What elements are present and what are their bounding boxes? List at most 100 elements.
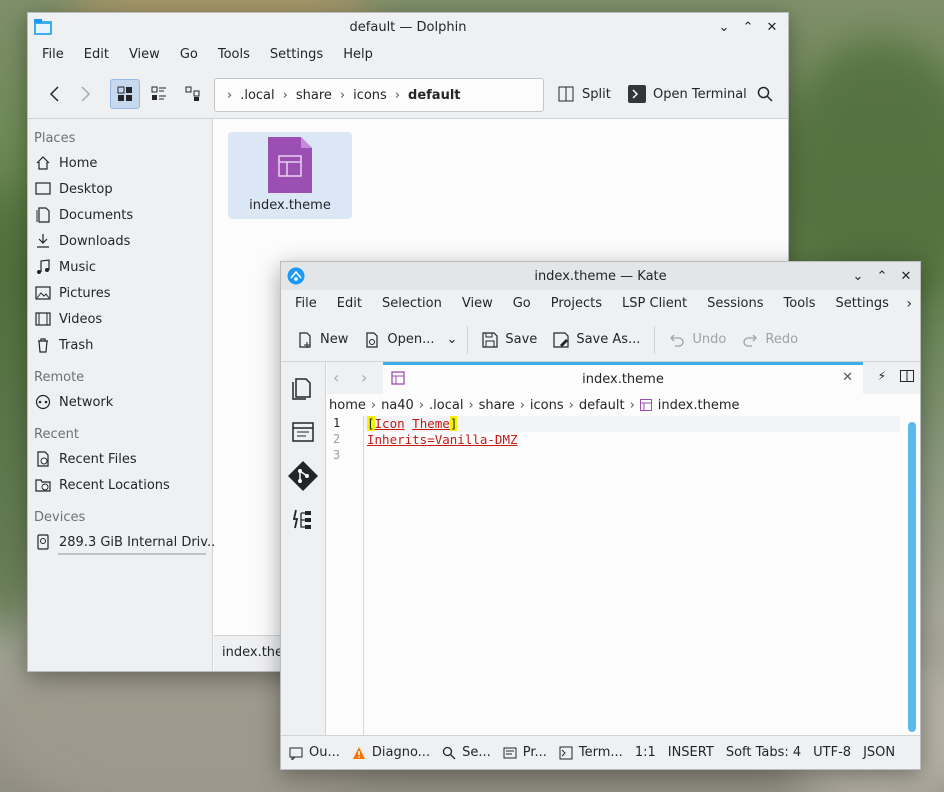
undo-button[interactable]: Undo	[661, 325, 734, 355]
toolbar-separator	[467, 325, 469, 354]
place-label: Music	[59, 259, 96, 275]
save-button[interactable]: Save	[474, 325, 545, 355]
minimize-icon[interactable]: ⌄	[716, 19, 732, 35]
menu-view[interactable]: View	[119, 41, 170, 69]
search-button[interactable]: Se...	[442, 745, 491, 760]
menu-sessions[interactable]: Sessions	[697, 290, 773, 318]
menu-help[interactable]: Help	[333, 41, 383, 69]
menu-edit[interactable]: Edit	[327, 290, 372, 318]
code-area[interactable]: [Icon Theme] Inherits=Vanilla-DMZ	[364, 416, 900, 464]
back-icon[interactable]	[40, 79, 70, 109]
tab-close-icon[interactable]: ✕	[842, 370, 853, 385]
dolphin-titlebar[interactable]: default — Dolphin ⌄ ⌃ ✕	[28, 13, 788, 41]
forward-icon[interactable]	[70, 79, 100, 109]
menu-projects[interactable]: Projects	[541, 290, 612, 318]
save-label: Save	[505, 332, 538, 347]
minimize-icon[interactable]: ⌄	[850, 268, 866, 284]
symbols-panel-icon[interactable]	[287, 416, 319, 448]
code-editor[interactable]: 1 2 3 [Icon Theme] Inherits=Vanilla-DMZ	[327, 416, 920, 736]
network-icon	[35, 394, 51, 410]
tab-back-icon[interactable]: ‹	[333, 368, 339, 387]
place-videos[interactable]: Videos	[28, 306, 212, 332]
menu-lsp-client[interactable]: LSP Client	[612, 290, 697, 318]
maximize-icon[interactable]: ⌃	[740, 19, 756, 35]
indentation-setting[interactable]: Soft Tabs: 4	[726, 745, 801, 760]
crumb-icons[interactable]: icons	[349, 88, 391, 103]
crumb-default[interactable]: default	[579, 398, 625, 413]
place-downloads[interactable]: Downloads	[28, 228, 212, 254]
crumb-share[interactable]: share	[479, 398, 515, 413]
syntax-mode[interactable]: JSON	[863, 745, 895, 760]
menu-file[interactable]: File	[32, 41, 74, 69]
place-pictures[interactable]: Pictures	[28, 280, 212, 306]
cursor-position[interactable]: 1:1	[635, 745, 656, 760]
git-icon[interactable]	[287, 460, 319, 492]
save-as-button[interactable]: Save As...	[545, 325, 648, 355]
projects-button[interactable]: Pr...	[503, 745, 547, 760]
menu-view[interactable]: View	[452, 290, 503, 318]
project-tree-icon[interactable]	[287, 504, 319, 536]
quick-open-icon[interactable]: ⚡	[878, 369, 886, 383]
output-button[interactable]: Ou...	[289, 745, 340, 760]
place-network[interactable]: Network	[28, 389, 212, 415]
close-icon[interactable]: ✕	[898, 268, 914, 284]
split-view-icon[interactable]	[900, 370, 914, 386]
place-recent-files[interactable]: Recent Files	[28, 446, 212, 472]
diagnostics-button[interactable]: Diagno...	[352, 745, 430, 760]
split-button[interactable]: Split	[552, 79, 617, 109]
menu-overflow-icon[interactable]: ›	[906, 290, 912, 318]
place-desktop[interactable]: Desktop	[28, 176, 212, 202]
breadcrumb-root-chevron[interactable]: ›	[223, 88, 236, 103]
menu-go[interactable]: Go	[170, 41, 208, 69]
menu-settings[interactable]: Settings	[260, 41, 333, 69]
crumb-icons[interactable]: icons	[530, 398, 564, 413]
tab-index-theme[interactable]: index.theme ✕	[383, 362, 863, 394]
menu-selection[interactable]: Selection	[372, 290, 452, 318]
terminal-button[interactable]: Term...	[559, 745, 623, 760]
crumb-home[interactable]: home	[329, 398, 366, 413]
place-music[interactable]: Music	[28, 254, 212, 280]
compact-view-icon[interactable]	[178, 79, 208, 109]
toolbar-separator	[654, 325, 656, 354]
crumb-default[interactable]: default	[404, 88, 464, 103]
open-dropdown-icon[interactable]: ⌄	[442, 325, 461, 355]
open-button[interactable]: Open...	[356, 325, 442, 355]
maximize-icon[interactable]: ⌃	[874, 268, 890, 284]
place-recent-locations[interactable]: Recent Locations	[28, 472, 212, 498]
search-icon[interactable]	[750, 79, 780, 109]
icons-view-icon[interactable]	[110, 78, 140, 109]
documents-panel-icon[interactable]	[287, 372, 319, 404]
menu-file[interactable]: File	[285, 290, 327, 318]
file-item-index-theme[interactable]: index.theme	[228, 132, 352, 219]
new-label: New	[320, 332, 349, 347]
tab-forward-icon[interactable]: ›	[361, 368, 367, 387]
warning-icon	[352, 746, 366, 760]
crumb-na40[interactable]: na40	[381, 398, 414, 413]
menu-tools[interactable]: Tools	[208, 41, 260, 69]
menu-go[interactable]: Go	[503, 290, 541, 318]
details-view-icon[interactable]	[144, 79, 174, 109]
menu-edit[interactable]: Edit	[74, 41, 119, 69]
crumb-local[interactable]: .local	[236, 88, 278, 103]
place-documents[interactable]: Documents	[28, 202, 212, 228]
crumb-index-theme[interactable]: index.theme	[658, 398, 740, 413]
open-terminal-button[interactable]: Open Terminal	[622, 79, 753, 109]
close-icon[interactable]: ✕	[764, 19, 780, 35]
new-button[interactable]: New	[289, 325, 356, 355]
minimap-scrollbar[interactable]	[908, 422, 916, 732]
place-home[interactable]: Home	[28, 150, 212, 176]
input-mode[interactable]: INSERT	[668, 745, 714, 760]
menu-settings[interactable]: Settings	[826, 290, 899, 318]
menu-tools[interactable]: Tools	[774, 290, 826, 318]
crumb-share[interactable]: share	[292, 88, 336, 103]
line-number-gutter: 1 2 3	[327, 416, 364, 736]
code-line-1: [Icon Theme]	[364, 416, 900, 432]
place-trash[interactable]: Trash	[28, 332, 212, 358]
encoding-setting[interactable]: UTF-8	[813, 745, 851, 760]
redo-button[interactable]: Redo	[734, 325, 806, 355]
location-bar[interactable]: › .local › share › icons › default	[214, 78, 544, 112]
kate-titlebar[interactable]: index.theme — Kate ⌄ ⌃ ✕	[281, 262, 920, 290]
crumb-local[interactable]: .local	[429, 398, 463, 413]
place-internal-drive[interactable]: 289.3 GiB Internal Driv...	[28, 529, 219, 555]
